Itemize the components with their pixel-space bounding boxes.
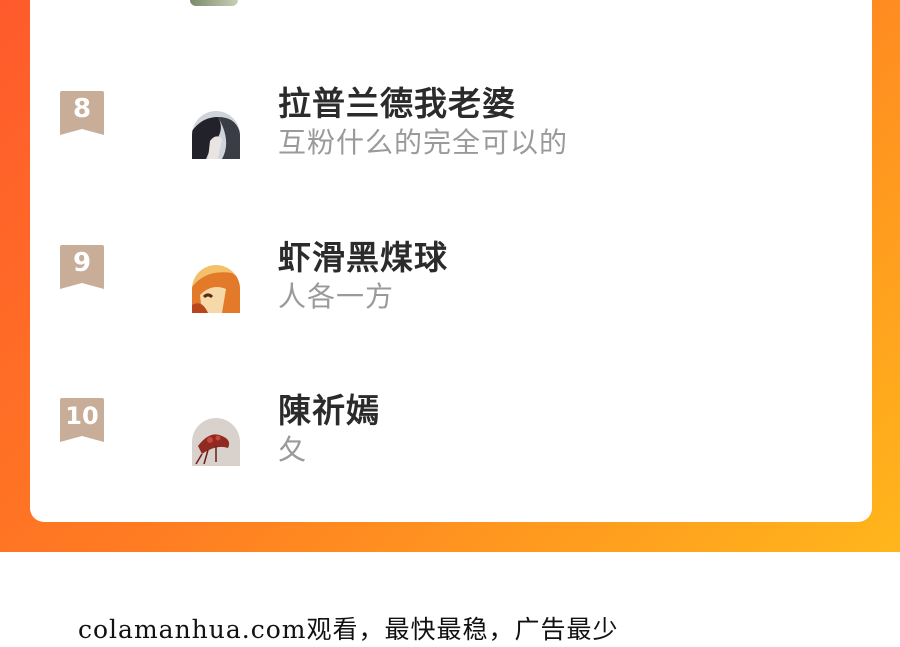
rank-number: 9 <box>72 248 92 278</box>
ranking-card: 8 拉普兰德我老婆 互粉什么的完全可以的 9 虾滑黑煤球 人各一方 10 陳祈嫣… <box>30 0 872 522</box>
rank-badge: 8 <box>60 91 104 135</box>
ranking-row[interactable]: 10 陳祈嫣 夂 <box>30 391 872 508</box>
user-signature: 人各一方 <box>278 280 395 313</box>
user-name[interactable]: 陳祈嫣 <box>278 384 380 432</box>
rank-badge: 10 <box>60 398 104 442</box>
red-illustration-avatar[interactable] <box>192 418 240 466</box>
rank-number: 8 <box>72 94 92 124</box>
dark-hair-avatar[interactable] <box>192 111 240 159</box>
ranking-row[interactable]: 8 拉普兰德我老婆 互粉什么的完全可以的 <box>30 84 872 201</box>
ranking-row[interactable]: 9 虾滑黑煤球 人各一方 <box>30 238 872 355</box>
user-name[interactable]: 拉普兰德我老婆 <box>278 77 516 125</box>
orange-anime-avatar[interactable] <box>192 265 240 313</box>
user-name[interactable]: 虾滑黑煤球 <box>278 231 448 279</box>
user-signature: 互粉什么的完全可以的 <box>278 126 569 159</box>
watermark-text: colamanhua.com观看，最快最稳，广告最少 <box>78 615 619 644</box>
rank-number: 10 <box>65 402 99 430</box>
user-signature: 夂 <box>278 433 308 466</box>
avatar-partial <box>190 0 238 6</box>
rank-badge: 9 <box>60 245 104 289</box>
